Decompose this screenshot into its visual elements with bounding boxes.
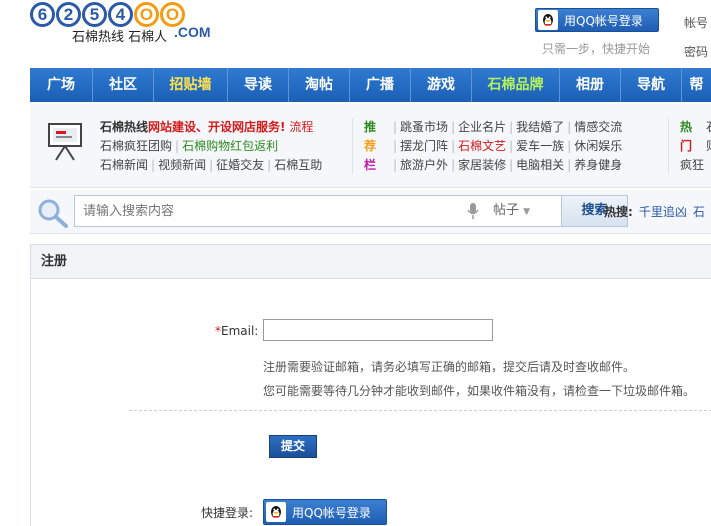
email-hint-2: 您可能需要等待几分钟才能收到邮件，如果收件箱没有，请检查一下垃圾邮件箱。	[263, 384, 696, 398]
register-title: 注册	[31, 245, 711, 279]
rec-char: 荐	[364, 139, 377, 153]
hot-link[interactable]: 石	[706, 118, 711, 135]
promo-area: 石棉热线网站建设、开设网店服务! 流程 石棉疯狂团购 | 石棉购物红包返利 石棉新闻…	[30, 104, 711, 188]
promo-headline-a: 石棉热线	[100, 120, 149, 134]
promo-headline-b: 网站建设、开设网店服务!	[148, 120, 286, 134]
rec-link[interactable]: 我结婚了	[516, 120, 564, 134]
qq-login-label: 用QQ帐号登录	[292, 505, 371, 520]
rec-link[interactable]: 跳蚤市场	[400, 120, 448, 134]
rec-link[interactable]: 旅游户外	[400, 158, 448, 172]
email-label: *Email:	[215, 324, 259, 338]
rec-link[interactable]: 爱车一族	[516, 139, 564, 153]
hot-link[interactable]: 则	[706, 137, 711, 154]
promo-link[interactable]: 征婚交友	[216, 158, 264, 172]
nav-item-taotie[interactable]: 淘帖	[289, 68, 350, 102]
email-field[interactable]	[263, 319, 493, 341]
qq-penguin-icon	[538, 10, 558, 30]
hot-search-item[interactable]: 石	[693, 205, 705, 219]
search-bar: 帖子 ▼ 搜索 热搜: 千里追凶石	[30, 190, 711, 234]
nav-item-daodu[interactable]: 导读	[228, 68, 289, 102]
microphone-icon[interactable]	[467, 203, 479, 219]
search-scope-label: 帖子	[493, 203, 520, 218]
promo-headline-c: 流程	[289, 120, 314, 134]
nav-item-brand[interactable]: 石棉品牌	[472, 68, 560, 102]
hot-char: 门	[680, 139, 693, 153]
register-panel: 注册 *Email: 注册需要验证邮箱，请务必填写正确的邮箱，提交后请及时查收邮…	[30, 244, 711, 526]
email-hint-1: 注册需要验证邮箱，请务必填写正确的邮箱，提交后请及时查收邮件。	[263, 360, 636, 374]
nav-item-guangchang[interactable]: 广场	[30, 68, 93, 102]
nav-item-daohang[interactable]: 导航	[621, 68, 682, 102]
qq-login-button-top[interactable]: 用QQ帐号登录	[535, 8, 659, 32]
search-scope-select[interactable]: 帖子 ▼	[487, 196, 537, 226]
promo-link[interactable]: 石棉互助	[274, 158, 322, 172]
logo-digit: 2	[56, 1, 81, 27]
logo-digit: 4	[108, 1, 133, 27]
logo-tagline: 石棉热线 石棉人	[72, 30, 168, 45]
promo-line-2: 石棉疯狂团购 | 石棉购物红包返利	[100, 139, 279, 153]
password-label: 密码	[684, 45, 709, 59]
quick-login-label: 快捷登录:	[201, 506, 254, 520]
nav-item-help[interactable]: 帮	[682, 68, 711, 102]
promo-headline[interactable]: 石棉热线网站建设、开设网店服务! 流程	[100, 118, 313, 135]
promo-divider	[668, 118, 669, 174]
hot-search-label: 热搜:	[604, 205, 633, 219]
qq-penguin-icon	[266, 502, 286, 522]
hot-search: 热搜: 千里追凶石	[604, 203, 705, 220]
logo-com: .COM	[174, 24, 211, 40]
nav-item-shequ[interactable]: 社区	[93, 68, 154, 102]
submit-button[interactable]: 提交	[269, 435, 317, 458]
rec-char: 推	[364, 120, 377, 134]
search-box: 帖子 ▼ 搜索	[74, 195, 628, 227]
hot-link[interactable]: 疯狂	[680, 156, 704, 173]
main-nav: 广场 社区 招贴墙 导读 淘帖 广播 游戏 石棉品牌 相册 导航 帮	[30, 68, 711, 102]
qq-login-hint: 只需一步，快捷开始	[542, 42, 651, 56]
qq-login-label: 用QQ帐号登录	[564, 13, 643, 28]
nav-item-zhaotieqiang[interactable]: 招贴墙	[154, 68, 228, 102]
rec-link[interactable]: 石棉文艺	[458, 139, 506, 153]
rec-link[interactable]: 情感交流	[574, 120, 622, 134]
form-divider	[129, 410, 711, 411]
rec-link[interactable]: 休闲娱乐	[574, 139, 622, 153]
nav-item-guangbo[interactable]: 广播	[350, 68, 411, 102]
promo-link[interactable]: 石棉新闻	[100, 158, 148, 172]
site-logo[interactable]: 6 2 5 4 O O .COM 石棉热线 石棉人	[30, 0, 230, 48]
promo-link[interactable]: 视频新闻	[158, 158, 206, 172]
logo-digit: 6	[30, 1, 55, 27]
promo-divider	[352, 118, 353, 174]
search-icon	[38, 199, 68, 228]
rec-link[interactable]: 家居装修	[458, 158, 506, 172]
promo-line-3: 石棉新闻 | 视频新闻 | 征婚交友 | 石棉互助	[100, 158, 323, 172]
qq-login-button-bottom[interactable]: 用QQ帐号登录	[263, 499, 387, 525]
rec-link[interactable]: 养身健身	[574, 158, 622, 172]
rec-link[interactable]: 电脑相关	[516, 158, 564, 172]
logo-digit: 5	[82, 1, 107, 27]
rec-row-1: | 跳蚤市场 | 企业名片 | 我结婚了 | 情感交流	[393, 120, 623, 134]
promo-link[interactable]: 石棉疯狂团购	[100, 139, 172, 153]
account-label: 帐号	[684, 16, 709, 30]
rec-link[interactable]: 摆龙门阵	[400, 139, 448, 153]
logo-digit: O	[160, 1, 185, 27]
billboard-icon	[48, 123, 82, 161]
hot-search-item[interactable]: 千里追凶	[639, 205, 687, 219]
nav-item-xiangce[interactable]: 相册	[560, 68, 621, 102]
logo-digit: O	[134, 1, 159, 27]
rec-row-3: | 旅游户外 | 家居装修 | 电脑相关 | 养身健身	[393, 158, 623, 172]
nav-item-youxi[interactable]: 游戏	[411, 68, 472, 102]
promo-link[interactable]: 石棉购物红包返利	[182, 139, 278, 153]
chevron-down-icon: ▼	[523, 207, 531, 217]
hot-char: 热	[680, 120, 693, 134]
search-input[interactable]	[75, 196, 465, 226]
rec-link[interactable]: 企业名片	[458, 120, 506, 134]
logo-digits: 6 2 5 4 O O	[30, 0, 186, 28]
rec-char: 栏	[364, 158, 377, 172]
rec-row-2: | 摆龙门阵 | 石棉文艺 | 爱车一族 | 休闲娱乐	[393, 139, 623, 153]
